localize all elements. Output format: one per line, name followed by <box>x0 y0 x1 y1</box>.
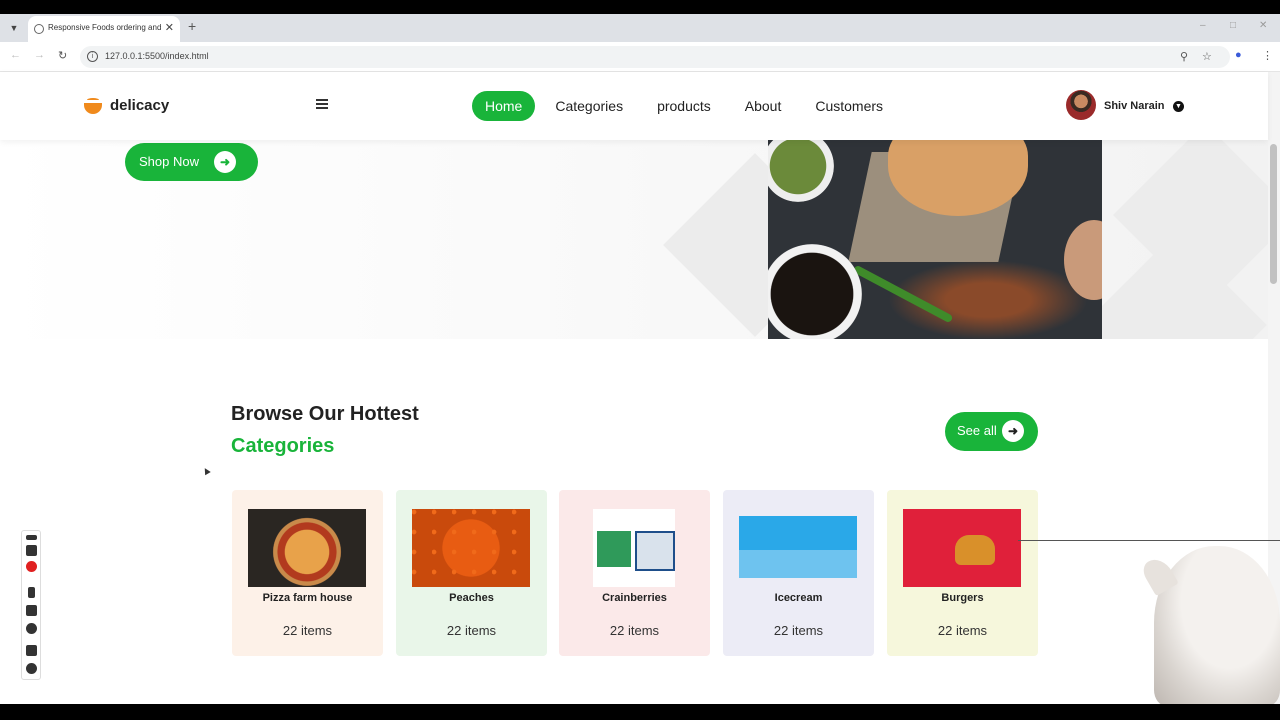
main-nav: Home Categories products About Customers <box>472 90 883 122</box>
reload-icon[interactable]: ↻ <box>58 49 67 62</box>
nav-products[interactable]: products <box>657 98 711 114</box>
tab-search-icon[interactable]: ▼ <box>6 20 22 36</box>
crainberries-image <box>593 509 675 587</box>
pen-icon[interactable] <box>26 535 37 540</box>
category-name: Icecream <box>774 592 823 604</box>
hamburger-menu-icon[interactable] <box>316 99 328 109</box>
back-icon[interactable]: ← <box>10 49 21 61</box>
globe-icon <box>34 24 44 34</box>
shop-now-button[interactable]: Shop Now ➜ <box>125 143 258 181</box>
bowl-logo-icon <box>84 98 102 114</box>
category-count: 22 items <box>282 623 333 638</box>
layers-icon[interactable] <box>26 645 37 656</box>
screen-bottom-border <box>0 704 1280 720</box>
nav-categories[interactable]: Categories <box>555 98 623 114</box>
category-card-peaches[interactable]: Peaches 22 items <box>396 490 547 656</box>
category-card-burgers[interactable]: Burgers 22 items <box>887 490 1038 656</box>
browser-menu-icon[interactable]: ⋮ <box>1262 49 1273 62</box>
category-card-icecream[interactable]: Icecream 22 items <box>723 490 874 656</box>
url-text: 127.0.0.1:5500/index.html <box>105 51 209 61</box>
category-count: 22 items <box>937 623 988 638</box>
restore-icon[interactable]: □ <box>1230 20 1236 31</box>
categories-heading-line2: Categories <box>231 435 335 457</box>
arrow-right-icon: ➜ <box>214 151 236 173</box>
category-count: 22 items <box>609 623 660 638</box>
browser-tab-strip: ▼ Responsive Foods ordering and ✕ + – □ … <box>0 14 1280 42</box>
nav-customers[interactable]: Customers <box>815 98 883 114</box>
user-name[interactable]: Shiv Narain <box>1104 100 1165 112</box>
category-card-pizza[interactable]: Pizza farm house 22 items <box>232 490 383 656</box>
site-header: delicacy Home Categories products About … <box>0 72 1268 140</box>
gear-icon[interactable] <box>26 663 37 674</box>
shop-now-label: Shop Now <box>139 154 199 169</box>
chevron-down-icon[interactable]: ▼ <box>1173 101 1184 112</box>
mouse-cursor <box>202 467 208 479</box>
user-avatar[interactable] <box>1066 90 1096 120</box>
category-count: 22 items <box>446 623 497 638</box>
close-tab-icon[interactable]: ✕ <box>165 21 174 34</box>
url-field[interactable]: i 127.0.0.1:5500/index.html ⚲ ☆ <box>80 46 1230 68</box>
nav-about[interactable]: About <box>745 98 782 114</box>
nav-home[interactable]: Home <box>472 91 536 121</box>
forward-icon[interactable]: → <box>34 49 45 61</box>
screen-top-border <box>0 0 1280 14</box>
recorder-toolbar <box>21 530 41 680</box>
bookmark-star-icon[interactable]: ☆ <box>1202 50 1212 63</box>
scrollbar-thumb[interactable] <box>1270 144 1277 284</box>
speaker-icon[interactable] <box>26 605 37 616</box>
category-name: Burgers <box>941 592 984 604</box>
category-count: 22 items <box>773 623 824 638</box>
icecream-image <box>739 516 857 578</box>
window-close-icon[interactable]: ✕ <box>1259 20 1267 31</box>
see-all-label: See all <box>957 423 997 438</box>
category-name: Peaches <box>449 592 494 604</box>
peaches-image <box>412 509 530 587</box>
category-card-crainberries[interactable]: Crainberries 22 items <box>559 490 710 656</box>
record-icon[interactable] <box>26 561 37 572</box>
cat-webcam-overlay <box>1139 540 1280 706</box>
new-tab-icon[interactable]: + <box>188 18 196 34</box>
zoom-icon[interactable]: ⚲ <box>1180 50 1188 63</box>
info-icon[interactable]: i <box>87 51 98 62</box>
minimize-icon[interactable]: – <box>1200 20 1206 31</box>
categories-heading-line1: Browse Our Hottest <box>231 403 419 425</box>
browser-tab[interactable]: Responsive Foods ordering and ✕ <box>28 16 180 42</box>
pizza-image <box>248 509 366 587</box>
tab-title: Responsive Foods ordering and <box>48 23 162 32</box>
site-logo-text[interactable]: delicacy <box>110 97 169 114</box>
see-all-button[interactable]: See all ➜ <box>945 412 1038 451</box>
category-name: Pizza farm house <box>262 592 353 604</box>
microphone-icon[interactable] <box>28 587 35 598</box>
category-name: Crainberries <box>602 592 667 604</box>
hero-section: Shop Now ➜ <box>0 140 1268 339</box>
profile-icon[interactable]: ● <box>1235 49 1242 61</box>
hero-food-image <box>768 140 1102 339</box>
camera-icon[interactable] <box>26 545 37 556</box>
webcam-icon[interactable] <box>26 623 37 634</box>
burgers-image <box>903 509 1021 587</box>
address-bar: ← → ↻ i 127.0.0.1:5500/index.html ⚲ ☆ ● … <box>0 42 1280 72</box>
arrow-right-icon: ➜ <box>1002 420 1024 442</box>
